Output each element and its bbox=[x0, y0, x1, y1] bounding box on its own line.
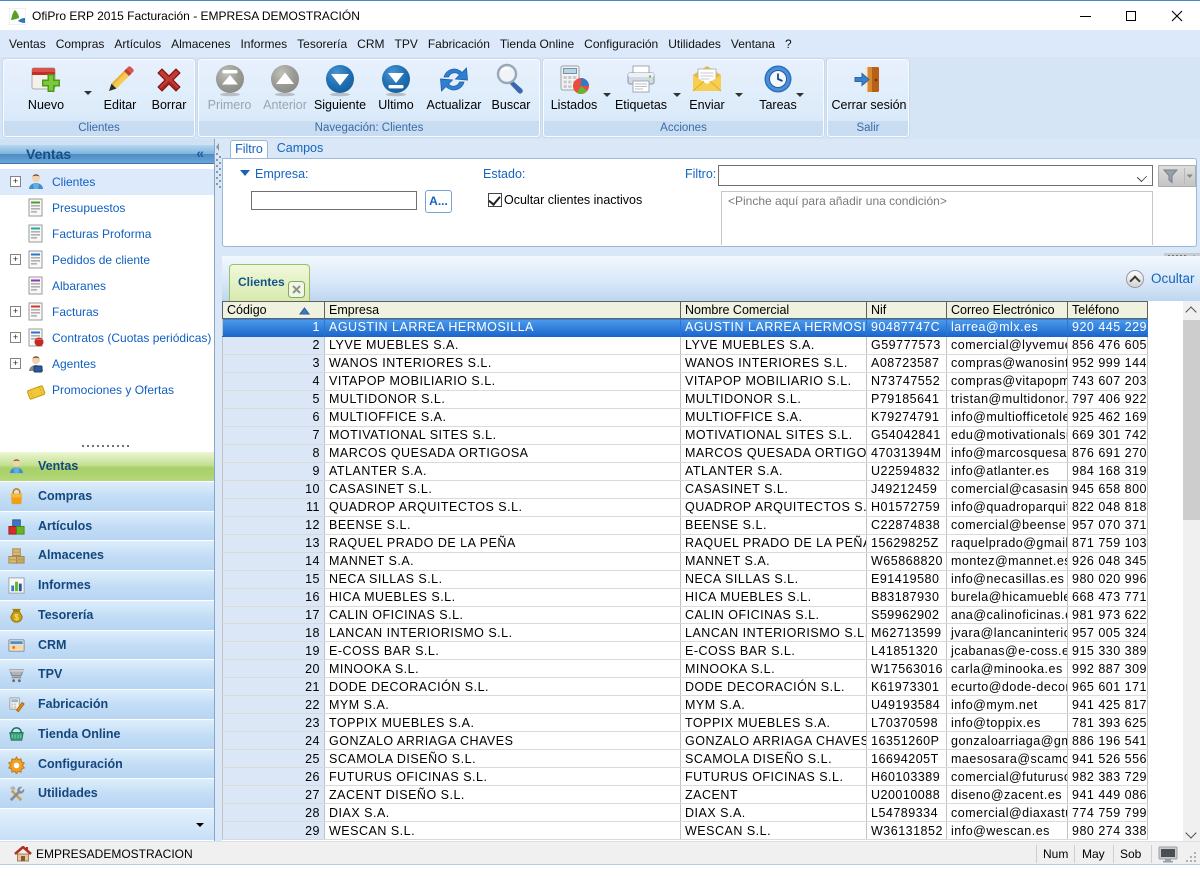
svg-text:$: $ bbox=[14, 612, 19, 622]
